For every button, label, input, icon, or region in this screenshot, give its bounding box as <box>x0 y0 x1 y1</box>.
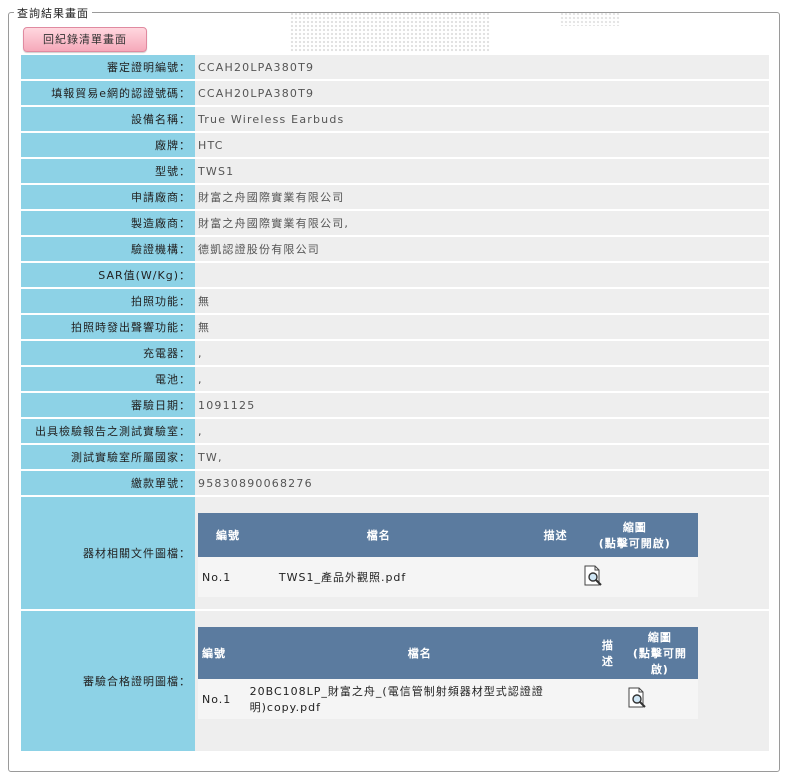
col-desc: 描述 <box>482 513 572 557</box>
field-value: , <box>195 367 769 391</box>
document-magnifier-icon[interactable] <box>582 565 604 587</box>
field-label: 電池： <box>21 367 195 391</box>
equipment-docs-cell: 編號 檔名 描述 縮圖 (點擊可開啟) No.1 TWS1_產品外觀照.pdf <box>195 497 769 609</box>
table-row: 繳款單號： 95830890068276 <box>21 471 769 495</box>
table-row: SAR值(W/Kg)： <box>21 263 769 287</box>
table-row: 拍照時發出聲響功能：無 <box>21 315 769 339</box>
field-value: 德凱認證股份有限公司 <box>195 237 769 261</box>
equipment-docs-table: 編號 檔名 描述 縮圖 (點擊可開啟) No.1 TWS1_產品外觀照.pdf <box>198 513 698 597</box>
col-no: 編號 <box>198 627 246 679</box>
back-to-list-button[interactable]: 回紀錄清單畫面 <box>23 27 147 52</box>
file-no: No.1 <box>198 679 246 719</box>
detail-table: 審定證明編號： CCAH20LPA380T9 填報貿易e網的認證號碼： CCAH20L… <box>21 53 769 753</box>
field-label: 廠牌： <box>21 133 195 157</box>
file-thumb-cell <box>621 679 698 719</box>
file-no: No.1 <box>198 557 275 597</box>
field-value: TWS1 <box>195 159 769 183</box>
table-row: 設備名稱： True Wireless Earbuds <box>21 107 769 131</box>
approval-docs-label: 審驗合格證明圖檔： <box>21 611 195 751</box>
field-label: SAR值(W/Kg)： <box>21 263 195 287</box>
background-map-pattern <box>560 12 620 26</box>
table-row: 廠牌： HTC <box>21 133 769 157</box>
field-value: CCAH20LPA380T9 <box>195 81 769 105</box>
field-value: 1091125 <box>195 393 769 417</box>
table-row: 出具檢驗報告之測試實驗室：, <box>21 419 769 443</box>
table-row: 電池：, <box>21 367 769 391</box>
approval-docs-cell: 編號 檔名 描述 縮圖 (點擊可開啟) No.1 20BC108LP_財富之舟_(… <box>195 611 769 751</box>
table-row: 審驗日期： 1091125 <box>21 393 769 417</box>
col-file: 檔名 <box>245 627 594 679</box>
field-value: 財富之舟國際實業有限公司 <box>195 185 769 209</box>
field-label: 設備名稱： <box>21 107 195 131</box>
field-label: 審定證明編號： <box>21 55 195 79</box>
field-value <box>195 263 769 287</box>
col-thumb: 縮圖 (點擊可開啟) <box>621 627 698 679</box>
table-row: 充電器：, <box>21 341 769 365</box>
table-row: 填報貿易e網的認證號碼： CCAH20LPA380T9 <box>21 81 769 105</box>
field-value: True Wireless Earbuds <box>195 107 769 131</box>
table-row: 型號： TWS1 <box>21 159 769 183</box>
file-name: 20BC108LP_財富之舟_(電信管制射頻器材型式認證證明)copy.pdf <box>245 679 594 719</box>
field-value: , <box>195 341 769 365</box>
field-label: 繳款單號： <box>21 471 195 495</box>
field-label: 出具檢驗報告之測試實驗室： <box>21 419 195 443</box>
field-value: 95830890068276 <box>195 471 769 495</box>
approval-docs-row: 審驗合格證明圖檔： 編號 檔名 描述 縮圖 (點擊可開啟) No.1 20BC10… <box>21 611 769 751</box>
field-label: 拍照時發出聲響功能： <box>21 315 195 339</box>
field-label: 測試實驗室所屬國家： <box>21 445 195 469</box>
field-value: TW, <box>195 445 769 469</box>
table-row: 申請廠商： 財富之舟國際實業有限公司 <box>21 185 769 209</box>
background-map-pattern <box>290 12 490 52</box>
field-label: 型號： <box>21 159 195 183</box>
approval-docs-table: 編號 檔名 描述 縮圖 (點擊可開啟) No.1 20BC108LP_財富之舟_(… <box>198 627 698 719</box>
table-row: No.1 20BC108LP_財富之舟_(電信管制射頻器材型式認證證明)copy… <box>198 679 698 719</box>
file-desc <box>482 557 572 597</box>
table-row: 拍照功能：無 <box>21 289 769 313</box>
field-label: 審驗日期： <box>21 393 195 417</box>
field-value: HTC <box>195 133 769 157</box>
table-row: 審定證明編號： CCAH20LPA380T9 <box>21 55 769 79</box>
file-desc <box>593 679 622 719</box>
field-label: 申請廠商： <box>21 185 195 209</box>
table-row: 驗證機構： 德凱認證股份有限公司 <box>21 237 769 261</box>
section-title: 查詢結果畫面 <box>14 5 92 21</box>
col-thumb: 縮圖 (點擊可開啟) <box>571 513 698 557</box>
field-value: 無 <box>195 289 769 313</box>
equipment-docs-label: 器材相關文件圖檔： <box>21 497 195 609</box>
field-value: 財富之舟國際實業有限公司, <box>195 211 769 235</box>
col-file: 檔名 <box>274 513 483 557</box>
equipment-docs-row: 器材相關文件圖檔： 編號 檔名 描述 縮圖 (點擊可開啟) No.1 TWS1_產… <box>21 497 769 609</box>
field-label: 拍照功能： <box>21 289 195 313</box>
file-thumb-cell <box>571 557 698 597</box>
table-row: 製造廠商： 財富之舟國際實業有限公司, <box>21 211 769 235</box>
table-row: 測試實驗室所屬國家： TW, <box>21 445 769 469</box>
table-row: No.1 TWS1_產品外觀照.pdf <box>198 557 698 597</box>
field-value: 無 <box>195 315 769 339</box>
field-value: CCAH20LPA380T9 <box>195 55 769 79</box>
file-name: TWS1_產品外觀照.pdf <box>274 557 483 597</box>
field-label: 製造廠商： <box>21 211 195 235</box>
col-desc: 描述 <box>593 627 622 679</box>
document-magnifier-icon[interactable] <box>626 687 648 709</box>
col-no: 編號 <box>198 513 275 557</box>
field-value: , <box>195 419 769 443</box>
field-label: 填報貿易e網的認證號碼： <box>21 81 195 105</box>
field-label: 充電器： <box>21 341 195 365</box>
field-label: 驗證機構： <box>21 237 195 261</box>
